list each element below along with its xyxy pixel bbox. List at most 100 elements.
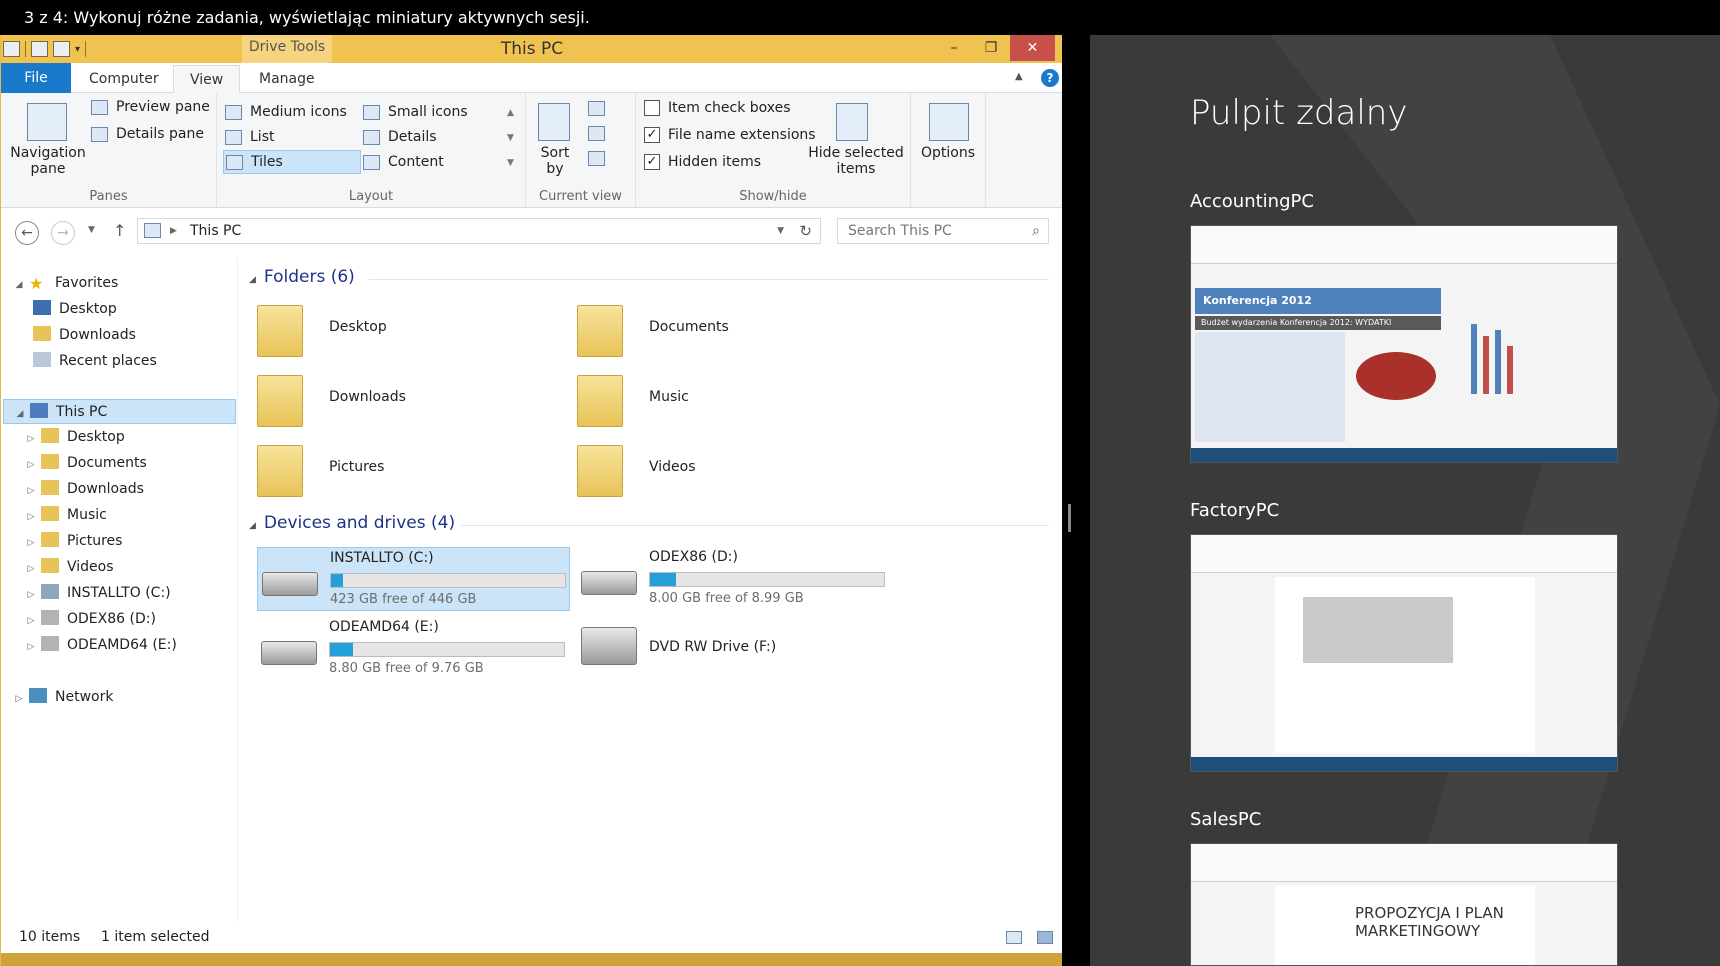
file-name-extensions-toggle[interactable]: ✓ File name extensions bbox=[644, 127, 816, 143]
tab-view[interactable]: View bbox=[173, 65, 241, 93]
details-view-icon[interactable] bbox=[1006, 931, 1022, 944]
add-columns-icon[interactable] bbox=[588, 126, 605, 141]
tab-computer[interactable]: Computer bbox=[73, 65, 175, 93]
nav-favorites-desktop[interactable]: Desktop bbox=[29, 297, 117, 322]
folder-tile-videos[interactable]: Videos bbox=[569, 439, 869, 501]
properties-icon[interactable] bbox=[31, 41, 48, 57]
recent-locations-chevron-icon[interactable]: ▼ bbox=[88, 225, 95, 235]
large-icons-view-icon[interactable] bbox=[1037, 931, 1053, 944]
drive-tile-d[interactable]: ODEX86 (D:) 8.00 GB free of 8.99 GB bbox=[577, 547, 897, 611]
layout-expand-icon[interactable]: ▼ bbox=[507, 151, 514, 175]
nav-drive-c[interactable]: ▷ INSTALLTO (C:) bbox=[25, 581, 171, 606]
nav-favorites-downloads[interactable]: Downloads bbox=[29, 323, 136, 348]
computer-icon[interactable] bbox=[3, 41, 20, 57]
expand-icon[interactable]: ▷ bbox=[25, 427, 37, 452]
options-button[interactable]: Options bbox=[917, 99, 979, 181]
nav-drive-d[interactable]: ▷ ODEX86 (D:) bbox=[25, 607, 156, 632]
hide-selected-items-button[interactable]: Hide selected items bbox=[808, 99, 904, 181]
expand-icon[interactable]: ▷ bbox=[25, 453, 37, 478]
folder-tile-desktop[interactable]: Desktop bbox=[249, 299, 549, 361]
hidden-items-checkbox[interactable]: ✓ bbox=[644, 154, 660, 170]
collapse-icon[interactable]: ◢ bbox=[249, 521, 256, 531]
collapse-icon[interactable]: ◢ bbox=[14, 402, 26, 427]
drive-tile-c[interactable]: INSTALLTO (C:) 423 GB free of 446 GB bbox=[257, 547, 570, 611]
address-bar[interactable]: ▶ This PC ▼ ↻ bbox=[137, 218, 821, 244]
minimize-ribbon-chevron-icon[interactable]: ▲ bbox=[1015, 71, 1023, 82]
tab-manage[interactable]: Manage bbox=[243, 65, 331, 93]
expand-icon[interactable]: ▷ bbox=[25, 635, 37, 660]
nav-desktop[interactable]: ▷ Desktop bbox=[25, 425, 125, 450]
breadcrumb[interactable]: This PC bbox=[190, 219, 241, 243]
customize-toolbar-chevron-icon[interactable]: ▾ bbox=[75, 44, 80, 55]
expand-icon[interactable]: ▷ bbox=[25, 557, 37, 582]
search-input[interactable]: Search This PC ⌕ bbox=[837, 218, 1049, 244]
session-thumbnail-salespc[interactable]: PROPOZYCJA I PLAN MARKETINGOWY bbox=[1190, 843, 1618, 966]
address-dropdown-icon[interactable]: ▼ bbox=[777, 219, 784, 243]
layout-scroll-up-icon[interactable]: ▲ bbox=[507, 101, 514, 125]
layout-content[interactable]: Content bbox=[363, 151, 444, 173]
layout-scroll-down-icon[interactable]: ▼ bbox=[507, 126, 514, 150]
nav-music[interactable]: ▷ Music bbox=[25, 503, 107, 528]
split-divider[interactable] bbox=[1062, 35, 1090, 966]
size-columns-icon[interactable] bbox=[588, 151, 605, 166]
expand-icon[interactable]: ▷ bbox=[25, 583, 37, 608]
folder-tile-pictures[interactable]: Pictures bbox=[249, 439, 549, 501]
restore-button[interactable]: ❐ bbox=[975, 35, 1007, 61]
file-name-extensions-checkbox[interactable]: ✓ bbox=[644, 127, 660, 143]
sort-by-button[interactable]: Sort by bbox=[532, 99, 578, 181]
help-icon[interactable]: ? bbox=[1041, 69, 1059, 87]
folder-tile-music[interactable]: Music bbox=[569, 369, 869, 431]
folder-tile-downloads[interactable]: Downloads bbox=[249, 369, 549, 431]
group-by-icon[interactable] bbox=[588, 101, 605, 116]
expand-icon[interactable]: ▷ bbox=[25, 531, 37, 556]
details-pane-button[interactable]: Details pane bbox=[91, 126, 204, 142]
collapse-icon[interactable]: ◢ bbox=[13, 273, 25, 298]
nav-drive-e[interactable]: ▷ ODEAMD64 (E:) bbox=[25, 633, 177, 658]
collapse-icon[interactable]: ◢ bbox=[249, 275, 256, 285]
preview-pane-button[interactable]: Preview pane bbox=[91, 99, 210, 115]
expand-icon[interactable]: ▷ bbox=[25, 479, 37, 504]
up-button[interactable]: ↑ bbox=[113, 221, 126, 240]
hidden-items-toggle[interactable]: ✓ Hidden items bbox=[644, 154, 761, 170]
new-folder-icon[interactable] bbox=[53, 41, 70, 57]
nav-network[interactable]: ▷ Network bbox=[13, 685, 113, 710]
nav-favorites-recent-places[interactable]: Recent places bbox=[29, 349, 157, 374]
nav-label: ODEAMD64 (E:) bbox=[67, 637, 177, 653]
drives-group-header[interactable]: ◢ Devices and drives (4) bbox=[249, 513, 1049, 537]
nav-this-pc[interactable]: ◢ This PC bbox=[3, 399, 236, 424]
session-name[interactable]: AccountingPC bbox=[1190, 191, 1314, 212]
drive-tile-e[interactable]: ODEAMD64 (E:) 8.80 GB free of 9.76 GB bbox=[257, 617, 570, 681]
layout-small-icons[interactable]: Small icons bbox=[363, 101, 468, 123]
nav-pictures[interactable]: ▷ Pictures bbox=[25, 529, 122, 554]
layout-list[interactable]: List bbox=[223, 126, 274, 148]
layout-medium-icons[interactable]: Medium icons bbox=[223, 101, 359, 123]
item-check-boxes-checkbox[interactable] bbox=[644, 100, 660, 116]
folders-group-header[interactable]: ◢ Folders (6) bbox=[249, 267, 1049, 291]
session-name[interactable]: FactoryPC bbox=[1190, 500, 1279, 521]
drive-tile-f[interactable]: DVD RW Drive (F:) bbox=[577, 617, 897, 681]
tab-file[interactable]: File bbox=[1, 63, 71, 93]
back-button[interactable]: ← bbox=[15, 221, 39, 245]
layout-details[interactable]: Details bbox=[363, 126, 437, 148]
expand-icon[interactable]: ▷ bbox=[13, 687, 25, 712]
breadcrumb-chevron-icon[interactable]: ▶ bbox=[170, 219, 177, 243]
refresh-icon[interactable]: ↻ bbox=[799, 219, 812, 243]
minimize-button[interactable]: – bbox=[938, 35, 970, 61]
nav-documents[interactable]: ▷ Documents bbox=[25, 451, 147, 476]
session-thumbnail-factorypc[interactable] bbox=[1190, 534, 1618, 772]
expand-icon[interactable]: ▷ bbox=[25, 609, 37, 634]
navigation-pane-button[interactable]: Navigation pane bbox=[5, 99, 91, 181]
nav-videos[interactable]: ▷ Videos bbox=[25, 555, 114, 580]
session-thumbnail-accountingpc[interactable]: Konferencja 2012 Budżet wydarzenia Konfe… bbox=[1190, 225, 1618, 463]
item-check-boxes-toggle[interactable]: Item check boxes bbox=[644, 100, 791, 116]
split-grip-handle[interactable] bbox=[1068, 504, 1071, 532]
close-button[interactable]: ✕ bbox=[1010, 35, 1055, 61]
layout-tiles[interactable]: Tiles bbox=[223, 150, 361, 174]
forward-button[interactable]: → bbox=[51, 221, 75, 245]
folder-tile-documents[interactable]: Documents bbox=[569, 299, 869, 361]
nav-downloads[interactable]: ▷ Downloads bbox=[25, 477, 144, 502]
session-name[interactable]: SalesPC bbox=[1190, 809, 1261, 830]
nav-favorites[interactable]: ◢ ★ Favorites bbox=[13, 271, 119, 298]
expand-icon[interactable]: ▷ bbox=[25, 505, 37, 530]
search-icon[interactable]: ⌕ bbox=[1032, 219, 1040, 243]
